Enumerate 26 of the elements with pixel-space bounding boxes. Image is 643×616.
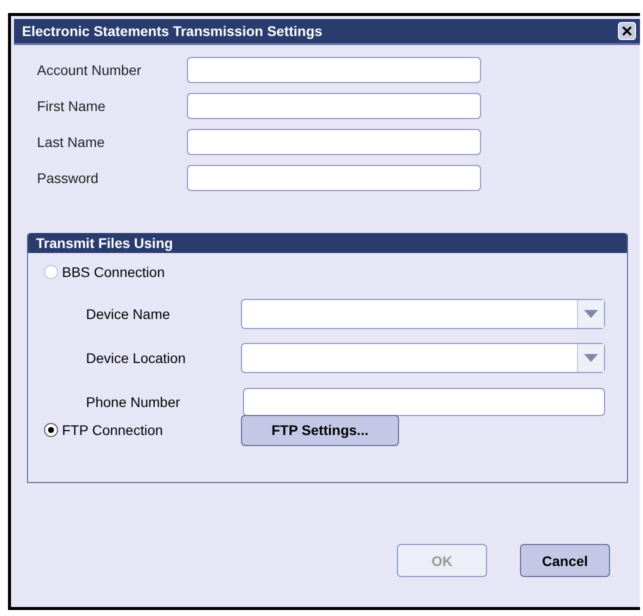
dropdown-field[interactable]	[241, 343, 605, 373]
input-field[interactable]	[243, 388, 605, 416]
radio-button[interactable]	[44, 265, 58, 279]
input-field[interactable]	[187, 129, 481, 155]
dropdown-arrow-icon	[584, 354, 598, 362]
input-field[interactable]	[187, 93, 481, 119]
field-label: Phone Number	[86, 394, 182, 410]
field-label: Account Number	[37, 62, 142, 78]
dropdown-field[interactable]	[241, 299, 605, 329]
cancel-button[interactable]: Cancel	[520, 544, 610, 577]
input-field[interactable]	[187, 165, 481, 191]
dropdown-arrow-icon	[584, 310, 598, 318]
field-label: Password	[37, 170, 100, 186]
radio-label: BBS Connection	[62, 264, 165, 280]
field-label: Last Name	[37, 134, 106, 150]
field-label: First Name	[37, 98, 106, 114]
field-label: Device Name	[86, 306, 172, 322]
close-button[interactable]	[618, 22, 636, 40]
close-icon	[621, 25, 633, 37]
input-field[interactable]	[187, 57, 481, 83]
radio-button[interactable]	[44, 423, 58, 437]
radio-label: FTP Connection	[62, 422, 163, 438]
window-title: Electronic Statements Transmission Settings	[22, 23, 322, 39]
field-label: Device Location	[86, 350, 187, 366]
group-title: Transmit Files Using	[28, 233, 627, 253]
ftp-settings-button[interactable]: FTP Settings...	[241, 414, 399, 446]
